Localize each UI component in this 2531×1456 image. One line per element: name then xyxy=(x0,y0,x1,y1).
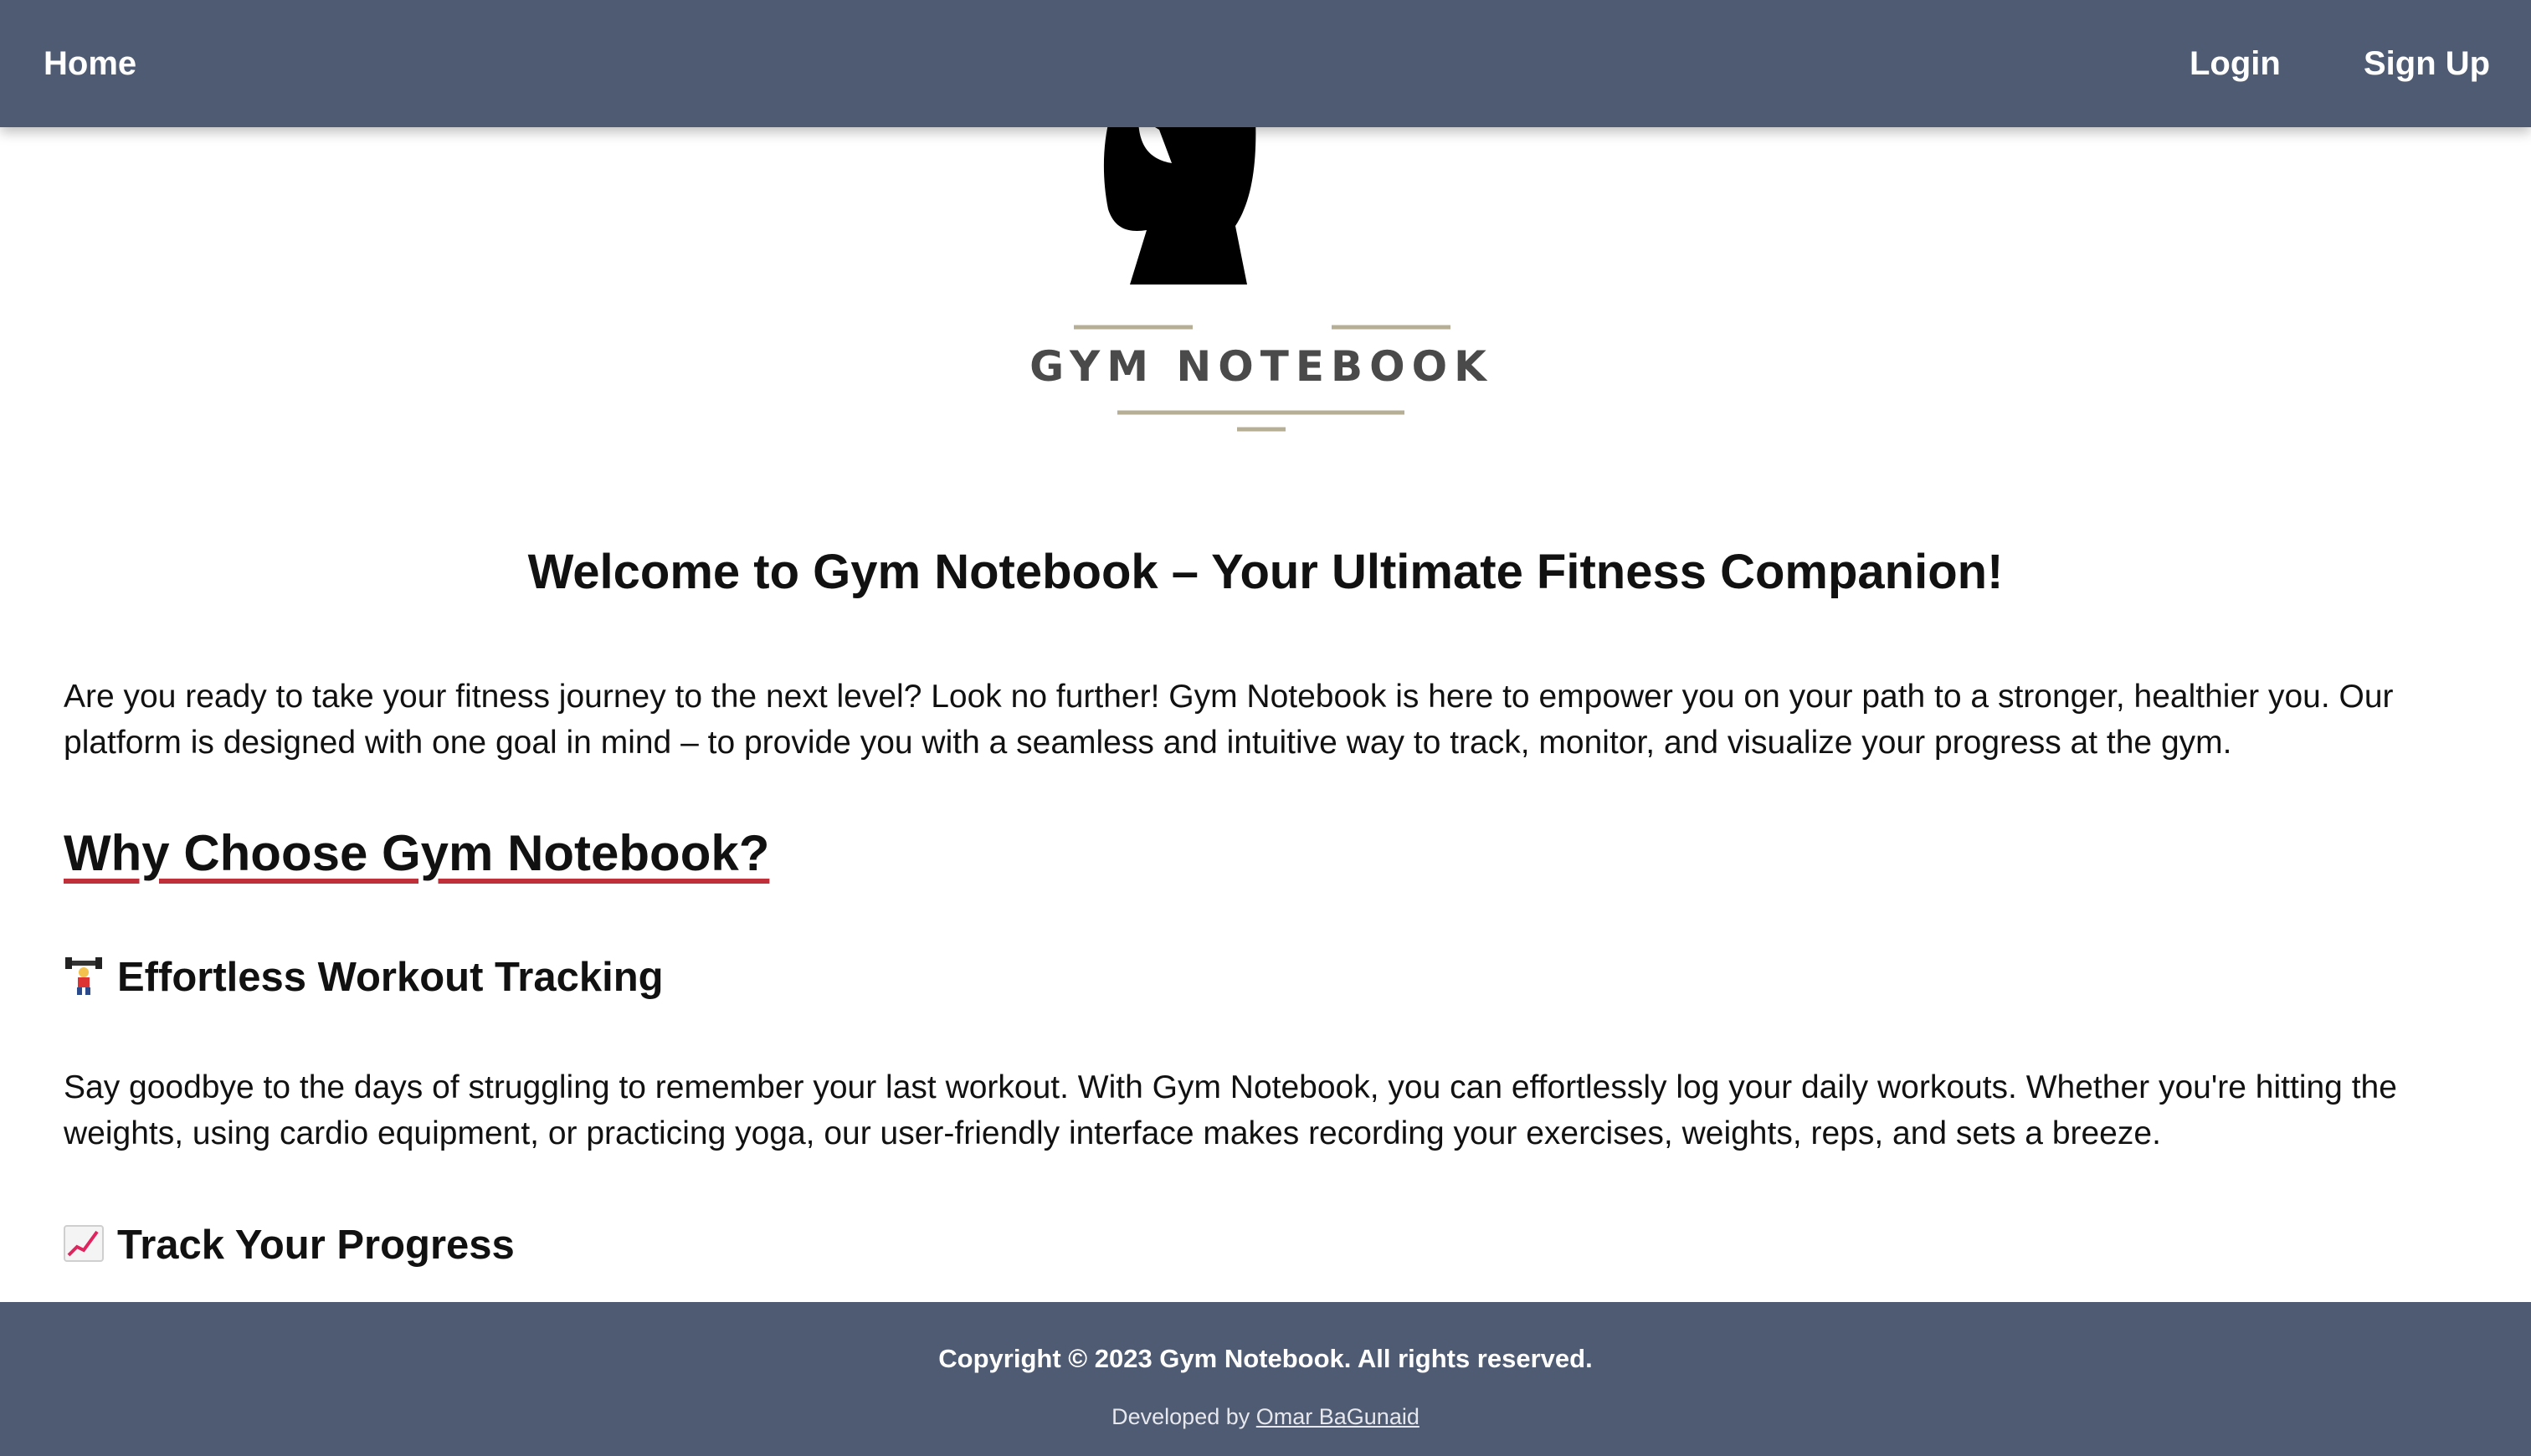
developer-link[interactable]: Omar BaGunaid xyxy=(1256,1404,1420,1429)
feature-title-track-progress: Track Your Progress xyxy=(64,1222,515,1274)
top-navbar: Home Login Sign Up xyxy=(0,0,2531,127)
welcome-title: Welcome to Gym Notebook – Your Ultimate … xyxy=(527,545,2004,599)
intro-paragraph: Are you ready to take your fitness journ… xyxy=(64,679,2394,761)
weightlifter-icon xyxy=(64,956,104,1006)
developed-by-label: Developed by xyxy=(1111,1404,1256,1429)
copyright-text: Copyright © 2023 Gym Notebook. All right… xyxy=(938,1344,1593,1373)
chart-increasing-icon xyxy=(64,1223,104,1274)
logo-graphic: GYM NOTEBOOK xyxy=(1029,117,1493,432)
developed-by-line: Developed by Omar BaGunaid xyxy=(0,1404,2531,1430)
feature-title-workout-tracking: Effortless Workout Tracking xyxy=(64,954,664,1006)
nav-signup-link[interactable]: Sign Up xyxy=(2364,0,2490,127)
feature-title-text: Track Your Progress xyxy=(117,1223,515,1268)
feature-text-workout-tracking: Say goodbye to the days of struggling to… xyxy=(64,1069,2397,1151)
why-choose-heading: Why Choose Gym Notebook? xyxy=(64,825,770,881)
bodybuilder-silhouette xyxy=(1103,117,1256,285)
gym-notebook-logo: GYM NOTEBOOK xyxy=(1004,84,1540,452)
logo-text: GYM NOTEBOOK xyxy=(1029,342,1493,391)
nav-login-link[interactable]: Login xyxy=(2190,0,2281,127)
nav-home-link[interactable]: Home xyxy=(44,0,136,127)
page-footer: Copyright © 2023 Gym Notebook. All right… xyxy=(0,1302,2531,1456)
feature-title-text: Effortless Workout Tracking xyxy=(117,955,664,1000)
